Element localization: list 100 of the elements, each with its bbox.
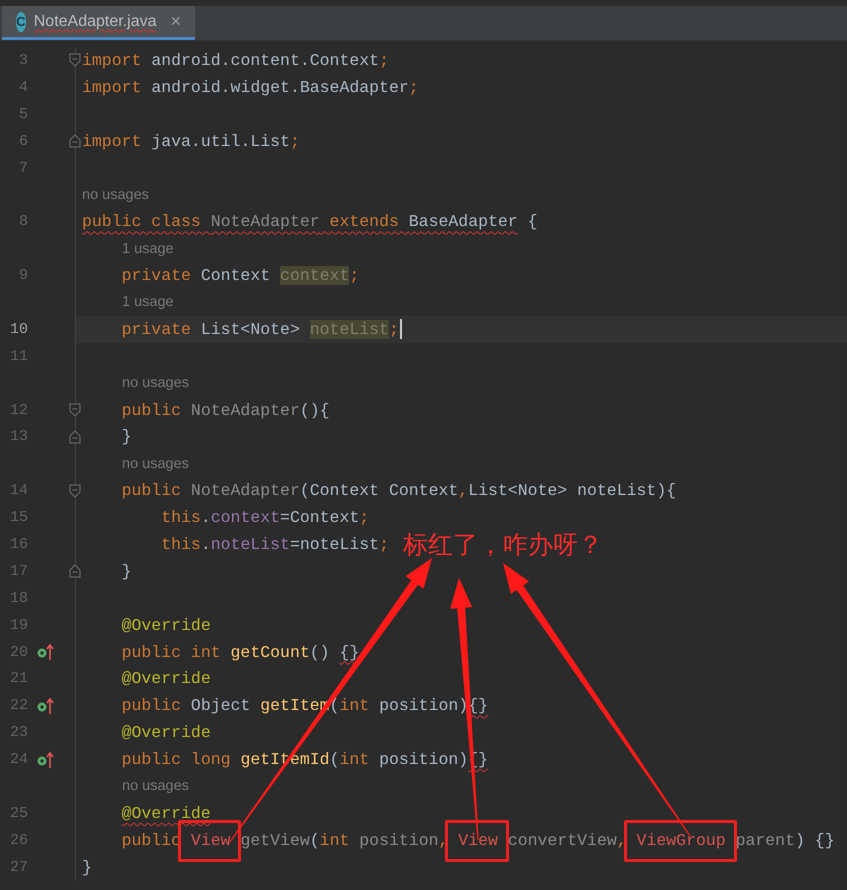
code-token: context xyxy=(210,508,280,528)
line-number: 9 xyxy=(18,267,28,284)
code-token: ; xyxy=(379,534,389,554)
code-token: getCount xyxy=(230,642,310,662)
code-token: ; xyxy=(349,266,360,286)
line-number: 14 xyxy=(8,482,28,500)
code-token: noteList xyxy=(310,320,389,339)
code-token: import xyxy=(82,132,142,151)
line-number: 4 xyxy=(18,78,28,96)
line-number: 24 xyxy=(8,751,28,768)
code-token: NoteAdapter xyxy=(210,212,320,232)
code-token: NoteAdapter xyxy=(190,400,300,420)
code-token: private xyxy=(120,266,192,286)
code-token: int xyxy=(339,696,370,716)
usage-hint[interactable]: no usages xyxy=(82,778,189,794)
callout-text: 标红了，咋办呀？ xyxy=(403,529,603,561)
usage-hint[interactable]: 1 usage xyxy=(82,240,174,257)
line-number: 18 xyxy=(8,590,28,607)
code-token: List<Note> xyxy=(200,320,301,339)
line-number: 7 xyxy=(18,160,28,176)
usage-hint[interactable]: 1 usage xyxy=(82,294,174,310)
line-number: 19 xyxy=(8,616,28,634)
code-token: context xyxy=(280,266,350,286)
code-token: public class xyxy=(82,212,202,232)
code-token: ; xyxy=(408,78,419,97)
code-token: public xyxy=(120,696,182,716)
line-number: 17 xyxy=(8,562,28,580)
fold-icon[interactable] xyxy=(69,484,81,498)
line-number: 12 xyxy=(8,402,28,419)
line-number: 20 xyxy=(8,644,28,661)
circle-arrow-icon[interactable] xyxy=(36,696,54,715)
code-token: public xyxy=(120,830,182,850)
fold-icon[interactable] xyxy=(69,403,81,418)
code-token: ; xyxy=(359,508,370,528)
close-icon[interactable]: × xyxy=(170,11,181,32)
code-token: List<Note> noteList){ xyxy=(468,481,676,500)
code-token: } xyxy=(120,427,132,446)
code-token: android.content.Context xyxy=(150,50,380,70)
code-token: } xyxy=(120,562,132,581)
code-token: (Context Context xyxy=(300,481,458,500)
code-token: @Override xyxy=(120,723,211,742)
line-number: 23 xyxy=(8,724,28,742)
code-token: BaseAdapter xyxy=(408,212,518,232)
code-token: convertView xyxy=(508,830,617,850)
line-number: 15 xyxy=(8,509,28,526)
code-token: ; xyxy=(379,50,389,70)
line-number: 8 xyxy=(18,213,28,230)
code-token: (){ xyxy=(300,400,330,420)
code-token: import xyxy=(82,78,142,97)
code-token: this xyxy=(160,534,201,554)
code-token: ) {} xyxy=(795,830,835,850)
line-number: 13 xyxy=(8,428,28,446)
class-icon: C xyxy=(16,12,26,32)
line-number: 21 xyxy=(8,670,28,688)
line-number: 11 xyxy=(8,348,28,365)
file-tab[interactable]: C NoteAdapter.java × xyxy=(2,6,195,40)
fold-icon[interactable] xyxy=(69,564,81,578)
fold-icon[interactable] xyxy=(69,53,81,68)
fold-icon[interactable] xyxy=(69,134,81,148)
line-number: 5 xyxy=(18,106,28,123)
code-token: @Override xyxy=(122,804,211,823)
code-token: android.widget.BaseAdapter xyxy=(150,78,409,97)
code-token: . xyxy=(200,534,211,554)
code-token: import xyxy=(82,50,142,70)
code-token: ( xyxy=(310,830,320,850)
code-token: , xyxy=(616,830,627,850)
code-token: private xyxy=(120,320,192,339)
code-token: Object xyxy=(190,696,252,716)
code-token: ; xyxy=(290,132,300,151)
usage-hint[interactable]: no usages xyxy=(82,186,149,203)
code-token: } xyxy=(82,858,92,877)
code-token: View xyxy=(190,830,232,850)
line-number: 16 xyxy=(8,536,28,553)
circle-arrow-icon[interactable] xyxy=(36,643,54,662)
code-token: =Context xyxy=(280,508,360,528)
line-number: 6 xyxy=(18,132,28,150)
code-token: public xyxy=(120,400,182,420)
code-token: View xyxy=(457,830,499,850)
code-token: , xyxy=(438,830,448,850)
code-token: { xyxy=(526,212,538,232)
code-token: NoteAdapter xyxy=(190,481,300,500)
code-token: int xyxy=(339,750,370,770)
code-token: java.util.List xyxy=(150,132,290,151)
usage-hint[interactable]: no usages xyxy=(82,456,189,472)
code-token: int xyxy=(320,830,350,850)
line-number: 26 xyxy=(8,832,28,849)
code-token: parent xyxy=(736,830,795,850)
code-token: @Override xyxy=(120,616,211,635)
usage-hint[interactable]: no usages xyxy=(82,375,189,392)
code-token: public int xyxy=(120,642,222,662)
code-token: ( xyxy=(330,696,340,716)
code-token: Context xyxy=(200,266,272,286)
line-number: 27 xyxy=(8,858,28,876)
code-token: position) xyxy=(379,750,468,770)
circle-arrow-icon[interactable] xyxy=(36,750,54,769)
code-token: public long xyxy=(120,750,232,770)
code-token: this xyxy=(160,508,201,528)
code-token: getView xyxy=(240,830,310,850)
code-token: position xyxy=(359,830,438,850)
code-token: noteList xyxy=(210,534,290,554)
